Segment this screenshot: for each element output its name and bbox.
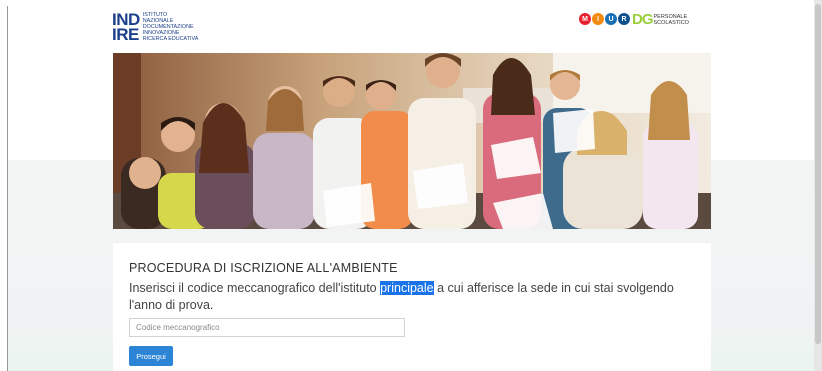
instructions-text: Inserisci il codice meccanografico dell'… — [129, 280, 689, 314]
dg-logo-letters: DG — [632, 11, 653, 28]
miur-logo-letter: M — [579, 13, 591, 25]
instructions-text-part: Inserisci il codice meccanografico dell'… — [129, 281, 381, 295]
vertical-scrollbar[interactable] — [814, 0, 822, 371]
miur-logo-letter: R — [618, 13, 630, 25]
indire-logo-text: ISTITUTO NAZIONALE DOCUMENTAZIONE INNOVA… — [142, 12, 199, 42]
miur-logo-letter: U — [605, 13, 617, 25]
miur-logo[interactable]: M I U R — [579, 13, 630, 25]
classroom-photo-icon — [113, 53, 711, 229]
hero-image — [113, 53, 711, 229]
page-title: PROCEDURA DI ISCRIZIONE ALL'AMBIENTE — [129, 261, 398, 275]
indire-logo[interactable]: IND IRE ISTITUTO NAZIONALE DOCUMENTAZION… — [112, 10, 199, 44]
dg-logo-text: PERSONALE SCOLASTICO — [653, 14, 689, 26]
indire-logo-letters: IND IRE — [112, 10, 140, 44]
enrollment-form-card: PROCEDURA DI ISCRIZIONE ALL'AMBIENTE Ins… — [113, 243, 711, 371]
scrollbar-thumb[interactable] — [815, 4, 821, 344]
dg-personale-scolastico-logo[interactable]: DG PERSONALE SCOLASTICO — [632, 11, 689, 28]
miur-logo-letter: I — [592, 13, 604, 25]
school-code-input[interactable] — [129, 318, 405, 337]
continue-button[interactable]: Prosegui — [129, 346, 173, 366]
header: IND IRE ISTITUTO NAZIONALE DOCUMENTAZION… — [112, 10, 712, 48]
selected-text: principale — [380, 281, 434, 295]
